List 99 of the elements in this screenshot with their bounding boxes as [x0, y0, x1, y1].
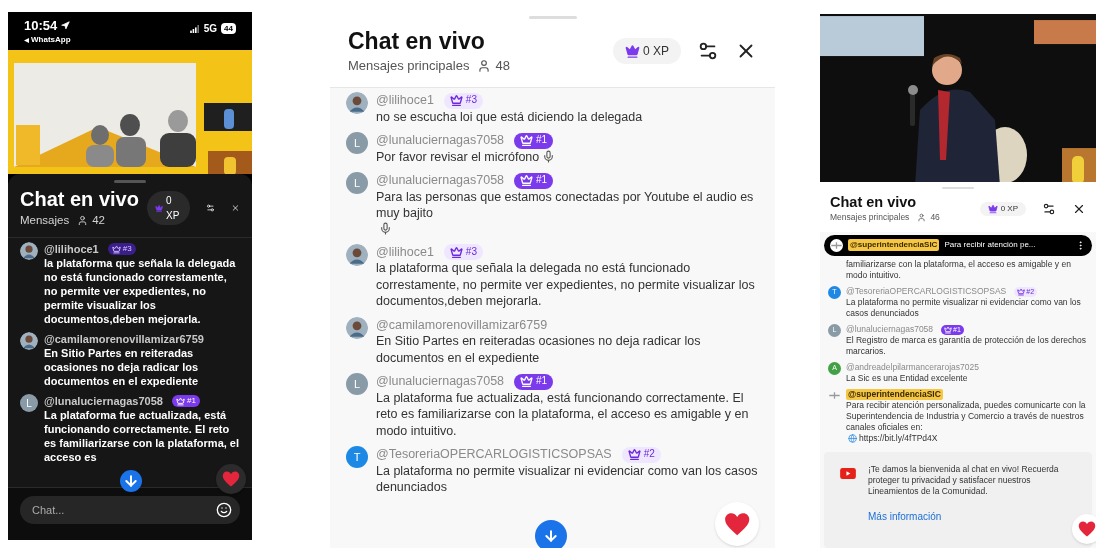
chat-mode[interactable]: Mensajes [20, 212, 70, 230]
viewer-count: 42 [92, 213, 105, 228]
crown-icon [449, 94, 463, 107]
crown-icon [154, 202, 164, 214]
heart-icon [222, 470, 240, 488]
chat-mode[interactable]: Mensajes principales [348, 55, 470, 76]
rank-label: #2 [643, 447, 655, 462]
message-text: El Registro de marca es garantía de protección de los derechos marcarios. [846, 335, 1088, 357]
message-text: La plataforma no permite visualizar ni evidenciar como van los casos denunciados [376, 462, 759, 496]
avatar: L [346, 172, 368, 195]
heart-button[interactable] [715, 502, 759, 546]
avatar-icon [20, 332, 38, 351]
rank-label: #3 [122, 243, 132, 256]
arrow-down-icon [123, 473, 139, 489]
rank-label: #1 [536, 374, 548, 389]
message-text: En Sitio Partes en reiteradas ocasiones no deja radicar los documentos en el expediente [44, 346, 200, 389]
crown-icon [1017, 287, 1026, 296]
message-text: En Sitio Partes en reiteradas ocasiones no deja radicar los documentos en el expediente [376, 333, 702, 367]
back-app-link[interactable]: WhatsApp [31, 34, 71, 46]
mic-icon [542, 150, 556, 164]
chat-title: Chat en vivo [20, 187, 139, 212]
pinned-text: Para recibir atención pe... [944, 239, 1037, 252]
avatar-icon [346, 316, 368, 339]
pinned-message[interactable]: @superintendenciaSIC Para recibir atención pe... [824, 235, 1092, 256]
message-text: La plataforma fue actualizada, está funcionando correctamente. El reto es familiarizarse con la plataforma, el acceso es amigable y en modo intuitivo. [376, 389, 750, 440]
xp-label: 0 XP [166, 194, 181, 224]
xp-pill[interactable]: 0 XP [979, 201, 1026, 216]
heart-icon [1078, 520, 1096, 538]
author-name[interactable]: @camilamorenovillamizar6759 [44, 332, 204, 347]
author-name[interactable]: @lilihoce1 [44, 242, 99, 257]
viewers-icon [917, 213, 927, 223]
message-text: Para las personas que estamos conectadas por Youtube el audio es muy bajito [376, 188, 755, 222]
viewers-icon [477, 58, 492, 73]
sliders-icon[interactable] [1042, 201, 1056, 216]
mic-icon [379, 221, 392, 235]
author-name[interactable]: @lunaluciernagas7058 [846, 324, 934, 335]
avatar-icon [346, 92, 368, 115]
crown-icon [520, 174, 534, 187]
network-label: 5G [203, 22, 218, 36]
logo-icon [828, 389, 841, 402]
rank-label: #1 [536, 133, 548, 148]
author-name[interactable]: @superintendenciaSIC [848, 239, 940, 252]
emoji-icon[interactable] [216, 502, 232, 518]
xp-label: 0 XP [643, 43, 669, 61]
crown-icon [627, 448, 641, 461]
battery-indicator: 44 [221, 23, 236, 34]
crown-icon [625, 43, 640, 59]
rank-label: #3 [465, 244, 477, 259]
message-text: la plataforma que señala la delegada no está funcionado correstamente, no permite ver expedientes, no permite visualizar los documentos,deben mejorarla. [44, 256, 237, 327]
message-text: Para recibir atención personalizada, puedes comunicarte con la Superintendencia de Industria y Comercio a través de nuestros canales oficiales en: [846, 400, 1087, 433]
message-text: La plataforma fue actualizada, está funcionando correctamente. El reto es familiarizarse con la plataforma, el acceso es [44, 408, 240, 465]
message-text: la plataforma que señala la delegada no está funcionado correstamente, no permite ver expedientes, no permite visualizar los documentos,deben mejorarla. [376, 260, 756, 310]
status-time: 10:54 [24, 19, 58, 32]
avatar: L [20, 394, 38, 413]
avatar-icon [346, 243, 368, 266]
logo-icon [830, 239, 843, 252]
rank-label: #1 [186, 395, 196, 408]
author-name[interactable]: @lunaluciernagas7058 [44, 394, 163, 409]
rank-label: #1 [536, 173, 548, 188]
heart-icon [723, 510, 751, 538]
author-name[interactable]: @andreadelpilarmancerarojas7025 [846, 362, 979, 373]
author-name[interactable]: @TesoreriaOPERCARLOGISTICSOPSAS [846, 286, 1007, 297]
chat-mode[interactable]: Mensajes principales [830, 211, 910, 224]
message-text: La Sic es una Entidad excelente [846, 373, 968, 384]
chat-title: Chat en vivo [348, 27, 486, 56]
avatar: L [346, 373, 368, 396]
crown-icon [449, 245, 463, 259]
author-name[interactable]: @superintendenciaSIC [846, 389, 943, 400]
crown-icon [111, 244, 121, 254]
message-text: La plataforma no permite visualizar ni evidenciar como van los casos denunciados [846, 297, 1082, 319]
more-info-link[interactable]: Más información [868, 509, 1076, 524]
avatar-icon [20, 242, 38, 261]
viewer-count: 48 [495, 56, 510, 75]
play-icon [840, 468, 856, 479]
message-text: no se escucha loi que está diciendo la delegada [376, 108, 643, 126]
xp-label: 0 XP [1000, 202, 1018, 215]
viewers-icon [77, 215, 89, 227]
message-text: familiarizarse con la plataforma, el acceso es amigable y en modo intuitivo. [845, 259, 1072, 281]
location-icon [61, 21, 71, 30]
crown-icon [520, 375, 534, 388]
avatar: T [346, 446, 368, 469]
message-link[interactable]: https://bit.ly/4fTPd4X [859, 433, 938, 444]
avatar: L [346, 132, 368, 155]
globe-icon [848, 434, 857, 443]
back-icon[interactable] [24, 37, 29, 43]
crown-icon [175, 396, 185, 406]
chat-input[interactable]: Chat... [20, 496, 240, 524]
xp-pill[interactable]: 0 XP [613, 38, 681, 65]
crown-icon [987, 203, 998, 214]
signal-icon [189, 24, 200, 33]
chat-title: Chat en vivo [830, 193, 918, 212]
crown-icon [944, 325, 953, 334]
viewer-count: 46 [930, 211, 940, 224]
crown-icon [520, 134, 534, 147]
xp-pill[interactable]: 0 XP [146, 191, 191, 226]
welcome-text: ¡Te damos la bienvenida al chat en vivo! Recuerda proteger tu privacidad y satisfacer nuestros Lineamientos de la Comunidad. [868, 464, 1060, 497]
rank-label: #3 [465, 93, 477, 108]
arrow-down-icon [543, 528, 559, 544]
message-text: Por favor revisar el micrófono [376, 148, 540, 166]
